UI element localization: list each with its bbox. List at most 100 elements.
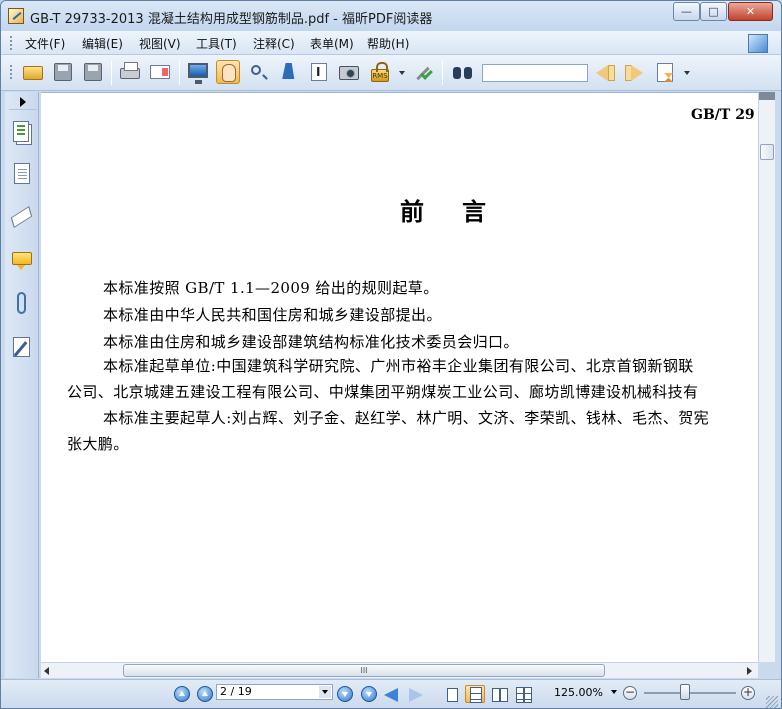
facing-layout-icon[interactable] <box>488 685 508 703</box>
layers-panel-button[interactable] <box>10 205 33 231</box>
menu-file[interactable]: 文件(F) <box>25 35 65 52</box>
sign-button[interactable] <box>410 60 434 84</box>
properties-button[interactable] <box>148 60 172 84</box>
hand-tool-icon <box>222 64 236 82</box>
select-button[interactable] <box>277 60 301 84</box>
vertical-scroll-thumb[interactable] <box>760 144 774 160</box>
save-all-button[interactable] <box>81 60 105 84</box>
find-next-icon <box>631 65 643 81</box>
page-number-field[interactable]: 2 / 19 <box>216 684 333 700</box>
horizontal-scroll-thumb[interactable]: III <box>123 664 605 677</box>
restore-layout-icon[interactable] <box>748 34 768 53</box>
search-doc-button[interactable] <box>654 60 678 84</box>
scroll-right-icon[interactable] <box>747 667 752 675</box>
menu-comments[interactable]: 注释(C) <box>253 35 295 52</box>
close-button[interactable]: ✕ <box>728 2 773 21</box>
find-icon <box>453 65 473 80</box>
minimize-button[interactable]: — <box>673 2 700 21</box>
last-page-icon[interactable] <box>361 686 377 702</box>
single-page-layout-icon[interactable] <box>441 685 461 703</box>
window-title: GB-T 29733-2013 混凝土结构用成型钢筋制品.pdf - 福昕PDF… <box>30 12 433 27</box>
running-header: GB/T 29 <box>691 107 755 123</box>
search-dropdown-icon[interactable] <box>684 71 690 75</box>
first-page-icon[interactable] <box>174 686 190 702</box>
next-page-icon[interactable] <box>337 686 353 702</box>
paragraph: 本标准由住房和城乡建设部建筑结构标准化技术委员会归口。 <box>103 333 519 351</box>
layers-panel-icon <box>10 205 33 229</box>
bookmarks-panel-button[interactable] <box>11 162 33 188</box>
rms-dropdown-icon[interactable] <box>399 71 405 75</box>
paragraph: 公司、北京城建五建设工程有限公司、中煤集团平朔煤炭工业公司、廊坊凯博建设机械科技… <box>67 383 699 401</box>
horizontal-scrollbar[interactable]: III <box>41 662 758 678</box>
status-bar: 2 / 19 125.00% − + <box>1 679 781 708</box>
navigation-sidebar <box>5 92 39 678</box>
menu-forms[interactable]: 表单(M) <box>310 35 354 52</box>
zoom-in-button[interactable]: + <box>741 686 755 700</box>
page-dropdown-icon[interactable] <box>319 686 331 698</box>
zoom-dropdown-icon[interactable] <box>611 690 617 694</box>
hand-tool-button[interactable] <box>216 60 240 84</box>
comments-panel-button[interactable] <box>11 248 33 274</box>
menu-view[interactable]: 视图(V) <box>139 35 181 52</box>
zoom-value[interactable]: 125.00% <box>554 686 603 699</box>
rms-button[interactable]: RMS <box>368 60 392 84</box>
snapshot-icon <box>339 66 359 80</box>
resize-grip-icon[interactable] <box>766 696 778 708</box>
menu-bar: 文件(F) 编辑(E) 视图(V) 工具(T) 注释(C) 表单(M) 帮助(H… <box>1 31 781 55</box>
comments-panel-icon <box>12 252 32 270</box>
page-title: 前言 <box>400 197 524 226</box>
open-button[interactable] <box>21 60 45 84</box>
maximize-button[interactable]: □ <box>700 2 727 21</box>
sign-icon <box>413 64 431 82</box>
save-button[interactable] <box>51 60 75 84</box>
vertical-scrollbar[interactable] <box>758 92 775 662</box>
toolbar-separator <box>442 61 443 85</box>
loupe-icon <box>251 65 261 75</box>
paragraph: 本标准按照 GB/T 1.1—2009 给出的规则起草。 <box>103 279 439 297</box>
scroll-left-icon[interactable] <box>44 667 49 675</box>
save-icon <box>54 63 72 81</box>
toolbar-separator <box>111 61 112 85</box>
menu-help[interactable]: 帮助(H) <box>367 35 409 52</box>
text-select-button[interactable] <box>307 60 331 84</box>
loupe-button[interactable] <box>247 60 271 84</box>
text-select-icon <box>311 63 327 81</box>
toolbar-separator <box>179 61 180 85</box>
toolbar-grip[interactable] <box>10 65 13 79</box>
signatures-panel-button[interactable] <box>11 335 33 361</box>
zoom-slider-thumb[interactable] <box>680 684 691 700</box>
page-number-value: 2 / 19 <box>220 685 252 698</box>
find-next-button[interactable] <box>623 60 647 84</box>
find-prev-bar <box>608 65 615 81</box>
find-input[interactable] <box>482 64 588 82</box>
previous-page-icon[interactable] <box>197 686 213 702</box>
main-toolbar: RMS <box>1 55 781 91</box>
fullscreen-button[interactable] <box>186 60 210 84</box>
paragraph: 本标准由中华人民共和国住房和城乡建设部提出。 <box>103 306 442 324</box>
snapshot-button[interactable] <box>337 60 361 84</box>
attachments-panel-icon <box>17 292 26 314</box>
menu-tools[interactable]: 工具(T) <box>196 35 237 52</box>
fullscreen-icon <box>188 63 208 84</box>
scrollbar-top-cap <box>759 92 775 100</box>
rms-lock-icon: RMS <box>371 62 389 82</box>
go-back-icon[interactable] <box>384 688 398 702</box>
signatures-panel-icon <box>13 337 30 357</box>
open-icon <box>23 66 43 80</box>
continuous-layout-icon[interactable] <box>465 685 485 703</box>
find-button[interactable] <box>451 60 475 84</box>
search-doc-icon <box>657 63 673 82</box>
paragraph: 本标准起草单位:中国建筑科学研究院、广州市裕丰企业集团有限公司、北京首钢新钢联 <box>103 357 694 375</box>
document-page[interactable]: GB/T 29 前言 本标准按照 GB/T 1.1—2009 给出的规则起草。 … <box>41 92 758 662</box>
continuous-facing-layout-icon[interactable] <box>512 685 532 703</box>
go-forward-icon[interactable] <box>409 688 423 702</box>
print-button[interactable] <box>118 60 142 84</box>
pages-panel-button[interactable] <box>11 120 33 146</box>
menu-grip[interactable] <box>10 36 13 50</box>
title-bar[interactable]: GB-T 29733-2013 混凝土结构用成型钢筋制品.pdf - 福昕PDF… <box>1 1 781 31</box>
attachments-panel-button[interactable] <box>11 291 33 317</box>
find-prev-button[interactable] <box>593 60 617 84</box>
zoom-out-button[interactable]: − <box>623 686 637 700</box>
sidebar-expand-icon[interactable] <box>9 94 37 110</box>
menu-edit[interactable]: 编辑(E) <box>82 35 123 52</box>
